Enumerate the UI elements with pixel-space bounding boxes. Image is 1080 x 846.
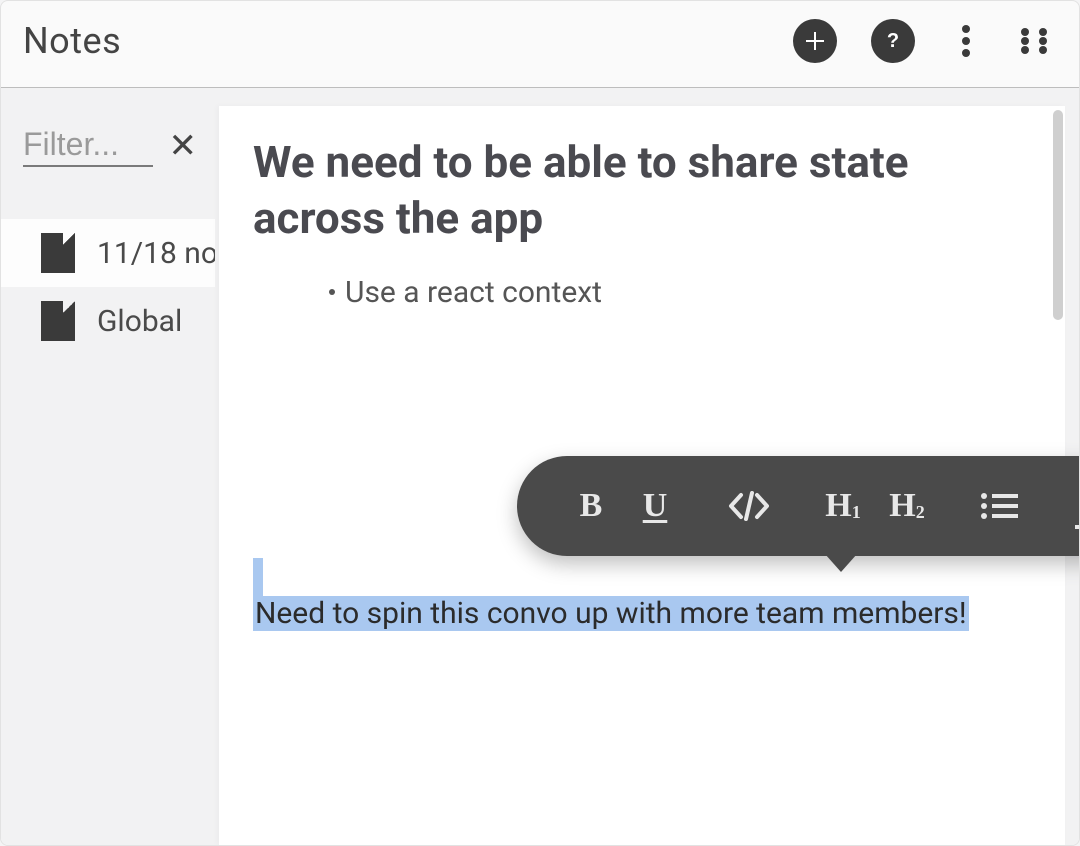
editor-wrap: We need to be able to share state across… <box>215 88 1079 845</box>
grid-icon <box>1019 26 1049 56</box>
sidebar: ✕ 11/18 no Global <box>1 88 215 845</box>
sidebar-item-note-1[interactable]: Global <box>1 287 215 355</box>
bullet-list[interactable]: Use a react context <box>329 275 1031 310</box>
toolbar-group-heading: H1 H2 <box>823 487 927 525</box>
h1-sub: 1 <box>852 502 861 523</box>
scrollbar[interactable] <box>1053 110 1063 320</box>
clear-filter-icon[interactable]: ✕ <box>169 129 198 163</box>
document-icon <box>41 233 75 273</box>
text-color-button[interactable]: A <box>1071 483 1080 529</box>
apps-button[interactable] <box>1017 24 1051 58</box>
selection-caret <box>253 558 263 596</box>
format-toolbar: B U H1 H2 A <box>517 456 1080 556</box>
underline-button[interactable]: U <box>635 487 675 525</box>
svg-text:?: ? <box>887 30 899 52</box>
header-actions: ? <box>793 19 1051 63</box>
h2-sub: 2 <box>916 502 925 523</box>
overflow-button[interactable] <box>949 24 983 58</box>
code-button[interactable] <box>727 491 771 521</box>
note-label: Global <box>97 304 182 339</box>
app-title: Notes <box>23 20 121 62</box>
selected-text[interactable]: Need to spin this convo up with more tea… <box>253 596 969 631</box>
bullet-dot-icon <box>329 289 335 295</box>
add-button[interactable] <box>793 19 837 63</box>
code-icon <box>727 491 771 521</box>
h2-label: H <box>889 487 915 525</box>
color-underline-icon <box>1075 525 1080 529</box>
note-list: 11/18 no Global <box>1 219 215 355</box>
h2-button[interactable]: H2 <box>887 487 927 525</box>
list-item[interactable]: Use a react context <box>329 275 1031 310</box>
h1-button[interactable]: H1 <box>823 487 863 525</box>
bold-button[interactable]: B <box>571 487 611 525</box>
list-icon <box>980 492 1018 520</box>
h1-label: H <box>825 487 851 525</box>
filter-row: ✕ <box>1 124 215 173</box>
toolbar-group-text: B U <box>571 487 675 525</box>
question-icon: ? <box>881 29 905 53</box>
notes-app: Notes ? ✕ <box>0 0 1080 846</box>
note-title[interactable]: We need to be able to share state across… <box>253 134 1031 247</box>
bullet-text: Use a react context <box>345 275 602 310</box>
list-button[interactable] <box>979 492 1019 520</box>
filter-input[interactable] <box>23 124 153 167</box>
plus-icon <box>803 29 827 53</box>
note-label: 11/18 no <box>97 236 215 271</box>
help-button[interactable]: ? <box>871 19 915 63</box>
document-icon <box>41 301 75 341</box>
more-vert-icon <box>961 24 971 58</box>
header: Notes ? <box>1 1 1079 87</box>
sidebar-item-note-0[interactable]: 11/18 no <box>1 219 215 287</box>
body: ✕ 11/18 no Global We need to be able to … <box>1 88 1079 845</box>
